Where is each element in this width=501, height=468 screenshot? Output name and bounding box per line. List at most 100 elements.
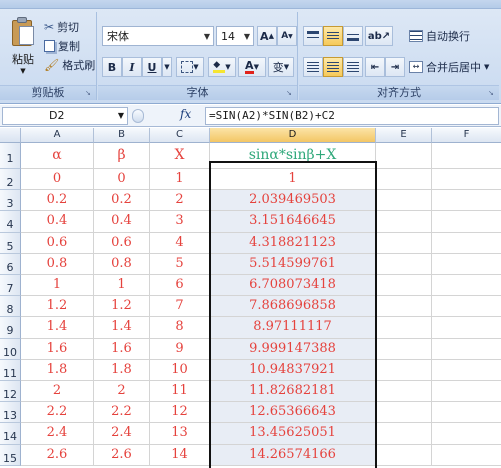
cell-e10[interactable] xyxy=(376,338,432,360)
cell-e6[interactable] xyxy=(376,253,432,275)
fill-color-button[interactable]: ◆ ▼ xyxy=(208,57,236,77)
cell-d15[interactable]: 14.26574166 xyxy=(210,444,376,466)
cell-b10[interactable]: 1.6 xyxy=(94,338,150,360)
cell-a14[interactable]: 2.4 xyxy=(21,423,94,445)
row-header-15[interactable]: 15 xyxy=(0,444,21,466)
cell-f3[interactable] xyxy=(432,190,501,212)
font-color-button[interactable]: A ▼ xyxy=(238,57,266,77)
insert-function-button[interactable]: fx xyxy=(180,107,191,121)
cell-e8[interactable] xyxy=(376,296,432,318)
cell-b5[interactable]: 0.6 xyxy=(94,232,150,254)
cell-a2[interactable]: 0 xyxy=(21,169,94,191)
cell-c10[interactable]: 9 xyxy=(150,338,210,360)
cell-c6[interactable]: 5 xyxy=(150,253,210,275)
row-header-4[interactable]: 4 xyxy=(0,211,21,233)
row-header-10[interactable]: 10 xyxy=(0,338,21,360)
cell-e3[interactable] xyxy=(376,190,432,212)
cell-a11[interactable]: 1.8 xyxy=(21,359,94,381)
row-header-1[interactable]: 1 xyxy=(0,143,21,169)
cell-e12[interactable] xyxy=(376,381,432,403)
cell-f7[interactable] xyxy=(432,275,501,297)
cell-e1[interactable] xyxy=(376,143,432,169)
row-header-3[interactable]: 3 xyxy=(0,190,21,212)
cell-e15[interactable] xyxy=(376,444,432,466)
row-header-2[interactable]: 2 xyxy=(0,169,21,191)
chevron-down-icon[interactable]: ▼ xyxy=(484,63,489,71)
cell-b2[interactable]: 0 xyxy=(94,169,150,191)
cell-e14[interactable] xyxy=(376,423,432,445)
clipboard-dialog-launcher-icon[interactable]: ↘ xyxy=(85,89,93,97)
row-header-8[interactable]: 8 xyxy=(0,296,21,318)
cell-e13[interactable] xyxy=(376,402,432,424)
paste-button[interactable]: 粘贴 ▼ xyxy=(6,17,40,75)
cell-c3[interactable]: 2 xyxy=(150,190,210,212)
cell-b15[interactable]: 2.6 xyxy=(94,444,150,466)
column-header-f[interactable]: F xyxy=(432,128,501,143)
cell-d14[interactable]: 13.45625051 xyxy=(210,423,376,445)
cell-f15[interactable] xyxy=(432,445,501,466)
cell-b14[interactable]: 2.4 xyxy=(94,423,150,445)
cell-c9[interactable]: 8 xyxy=(150,317,210,339)
cell-d4[interactable]: 3.151646645 xyxy=(210,211,376,233)
cell-a15[interactable]: 2.6 xyxy=(21,444,94,466)
cell-a6[interactable]: 0.8 xyxy=(21,253,94,275)
cell-c8[interactable]: 7 xyxy=(150,296,210,318)
cell-d1[interactable]: sinα*sinβ+X xyxy=(210,143,376,169)
cell-c1[interactable]: X xyxy=(150,143,210,169)
cell-d5[interactable]: 4.318821123 xyxy=(210,232,376,254)
cell-f8[interactable] xyxy=(432,296,501,318)
phonetic-button[interactable]: 变 ▼ xyxy=(268,57,294,77)
cell-c2[interactable]: 1 xyxy=(150,169,210,191)
cell-b12[interactable]: 2 xyxy=(94,381,150,403)
row-header-13[interactable]: 13 xyxy=(0,402,21,424)
increase-indent-button[interactable]: ⇥ xyxy=(385,57,405,77)
align-center-button[interactable] xyxy=(323,57,343,77)
row-header-6[interactable]: 6 xyxy=(0,253,21,275)
decrease-indent-button[interactable]: ⇤ xyxy=(365,57,385,77)
cell-f11[interactable] xyxy=(432,360,501,381)
cell-a3[interactable]: 0.2 xyxy=(21,190,94,212)
cell-e2[interactable] xyxy=(376,169,432,191)
row-header-12[interactable]: 12 xyxy=(0,381,21,403)
row-header-11[interactable]: 11 xyxy=(0,359,21,381)
cell-c11[interactable]: 10 xyxy=(150,359,210,381)
font-dialog-launcher-icon[interactable]: ↘ xyxy=(286,89,294,97)
borders-button[interactable]: ▼ xyxy=(176,57,204,77)
cell-f13[interactable] xyxy=(432,402,501,424)
cell-d10[interactable]: 9.999147388 xyxy=(210,338,376,360)
grow-font-button[interactable]: A ▲ xyxy=(257,26,277,46)
underline-dropdown[interactable]: ▼ xyxy=(162,57,172,77)
cell-a10[interactable]: 1.6 xyxy=(21,338,94,360)
cell-f12[interactable] xyxy=(432,381,501,403)
align-right-button[interactable] xyxy=(343,57,363,77)
formula-input[interactable]: =SIN(A2)*SIN(B2)+C2 xyxy=(205,107,499,125)
column-header-d[interactable]: D xyxy=(210,128,376,143)
name-box[interactable]: D2 ▼ xyxy=(2,107,128,125)
cut-button[interactable]: ✂ 剪切 xyxy=(44,18,79,36)
cell-d12[interactable]: 11.82682181 xyxy=(210,381,376,403)
orientation-button[interactable]: ab↗ xyxy=(365,26,393,46)
row-header-9[interactable]: 9 xyxy=(0,317,21,339)
align-middle-button[interactable] xyxy=(323,26,343,46)
cell-a9[interactable]: 1.4 xyxy=(21,317,94,339)
merge-center-button[interactable]: ↔ 合并后居中 ▼ xyxy=(409,58,489,76)
wrap-text-button[interactable]: 自动换行 xyxy=(409,27,470,45)
cell-c7[interactable]: 6 xyxy=(150,275,210,297)
cell-f10[interactable] xyxy=(432,339,501,360)
column-header-b[interactable]: B xyxy=(94,128,150,143)
cell-a13[interactable]: 2.2 xyxy=(21,402,94,424)
cell-b8[interactable]: 1.2 xyxy=(94,296,150,318)
row-header-7[interactable]: 7 xyxy=(0,275,21,297)
cell-c15[interactable]: 14 xyxy=(150,444,210,466)
column-header-a[interactable]: A xyxy=(21,128,94,143)
cell-a1[interactable]: α xyxy=(21,143,94,169)
font-size-select[interactable]: 14 ▼ xyxy=(216,26,254,46)
alignment-dialog-launcher-icon[interactable]: ↘ xyxy=(488,89,496,97)
underline-button[interactable]: U xyxy=(142,57,162,77)
cell-c12[interactable]: 11 xyxy=(150,381,210,403)
bold-button[interactable]: B xyxy=(102,57,122,77)
cell-a4[interactable]: 0.4 xyxy=(21,211,94,233)
cell-d11[interactable]: 10.94837921 xyxy=(210,359,376,381)
cell-e7[interactable] xyxy=(376,275,432,297)
cell-a8[interactable]: 1.2 xyxy=(21,296,94,318)
